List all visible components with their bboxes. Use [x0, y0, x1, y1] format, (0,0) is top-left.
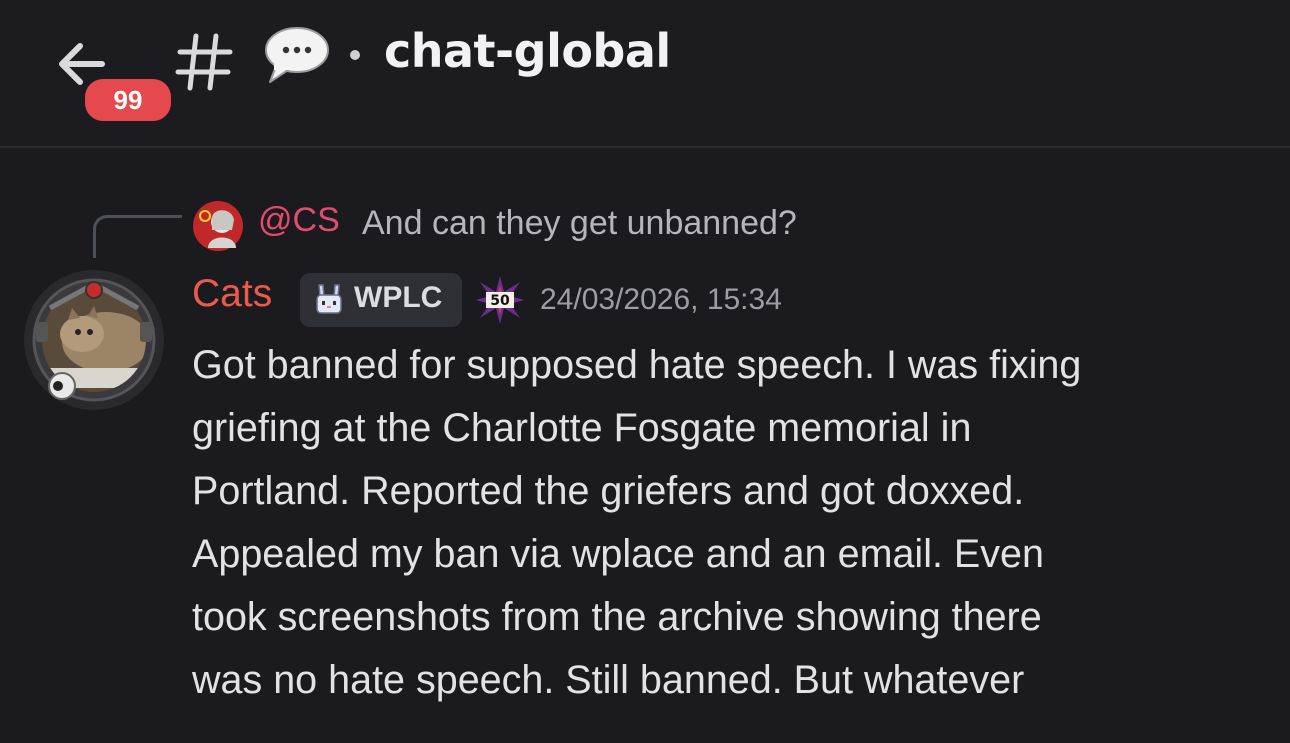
level-badge-text: 50 — [490, 293, 510, 309]
reply-avatar[interactable] — [192, 200, 244, 252]
level-badge-icon: 50 — [476, 276, 524, 324]
channel-title[interactable]: chat-global — [384, 24, 671, 78]
separator-dot — [350, 50, 360, 60]
message-content[interactable]: Got banned for supposed hate speech. I w… — [192, 334, 1272, 712]
user-avatar[interactable] — [22, 268, 166, 412]
message-line: griefing at the Charlotte Fosgate memori… — [192, 406, 972, 450]
reply-preview-text[interactable]: And can they get unbanned? — [362, 204, 797, 243]
unread-badge: 99 — [82, 76, 174, 124]
message-line: Appealed my ban via wplace and an email.… — [192, 532, 1044, 576]
message-line: Portland. Reported the griefers and got … — [192, 469, 1025, 513]
bunny-icon — [316, 284, 342, 314]
message-line: Got banned for supposed hate speech. I w… — [192, 343, 1082, 387]
message-line: was no hate speech. Still banned. But wh… — [192, 658, 1025, 702]
server-tag-label: WPLC — [354, 281, 443, 314]
reply-connector — [93, 215, 182, 258]
channel-header: 99 chat-global — [0, 0, 1290, 148]
message-line: took screenshots from the archive showin… — [192, 595, 1042, 639]
hash-icon — [175, 33, 233, 91]
author-name[interactable]: Cats — [192, 272, 272, 316]
speech-bubble-icon — [265, 27, 329, 83]
server-tag[interactable]: WPLC — [300, 273, 462, 327]
message-timestamp: 24/03/2026, 15:34 — [540, 283, 782, 316]
reply-mention[interactable]: @CS — [258, 201, 340, 240]
